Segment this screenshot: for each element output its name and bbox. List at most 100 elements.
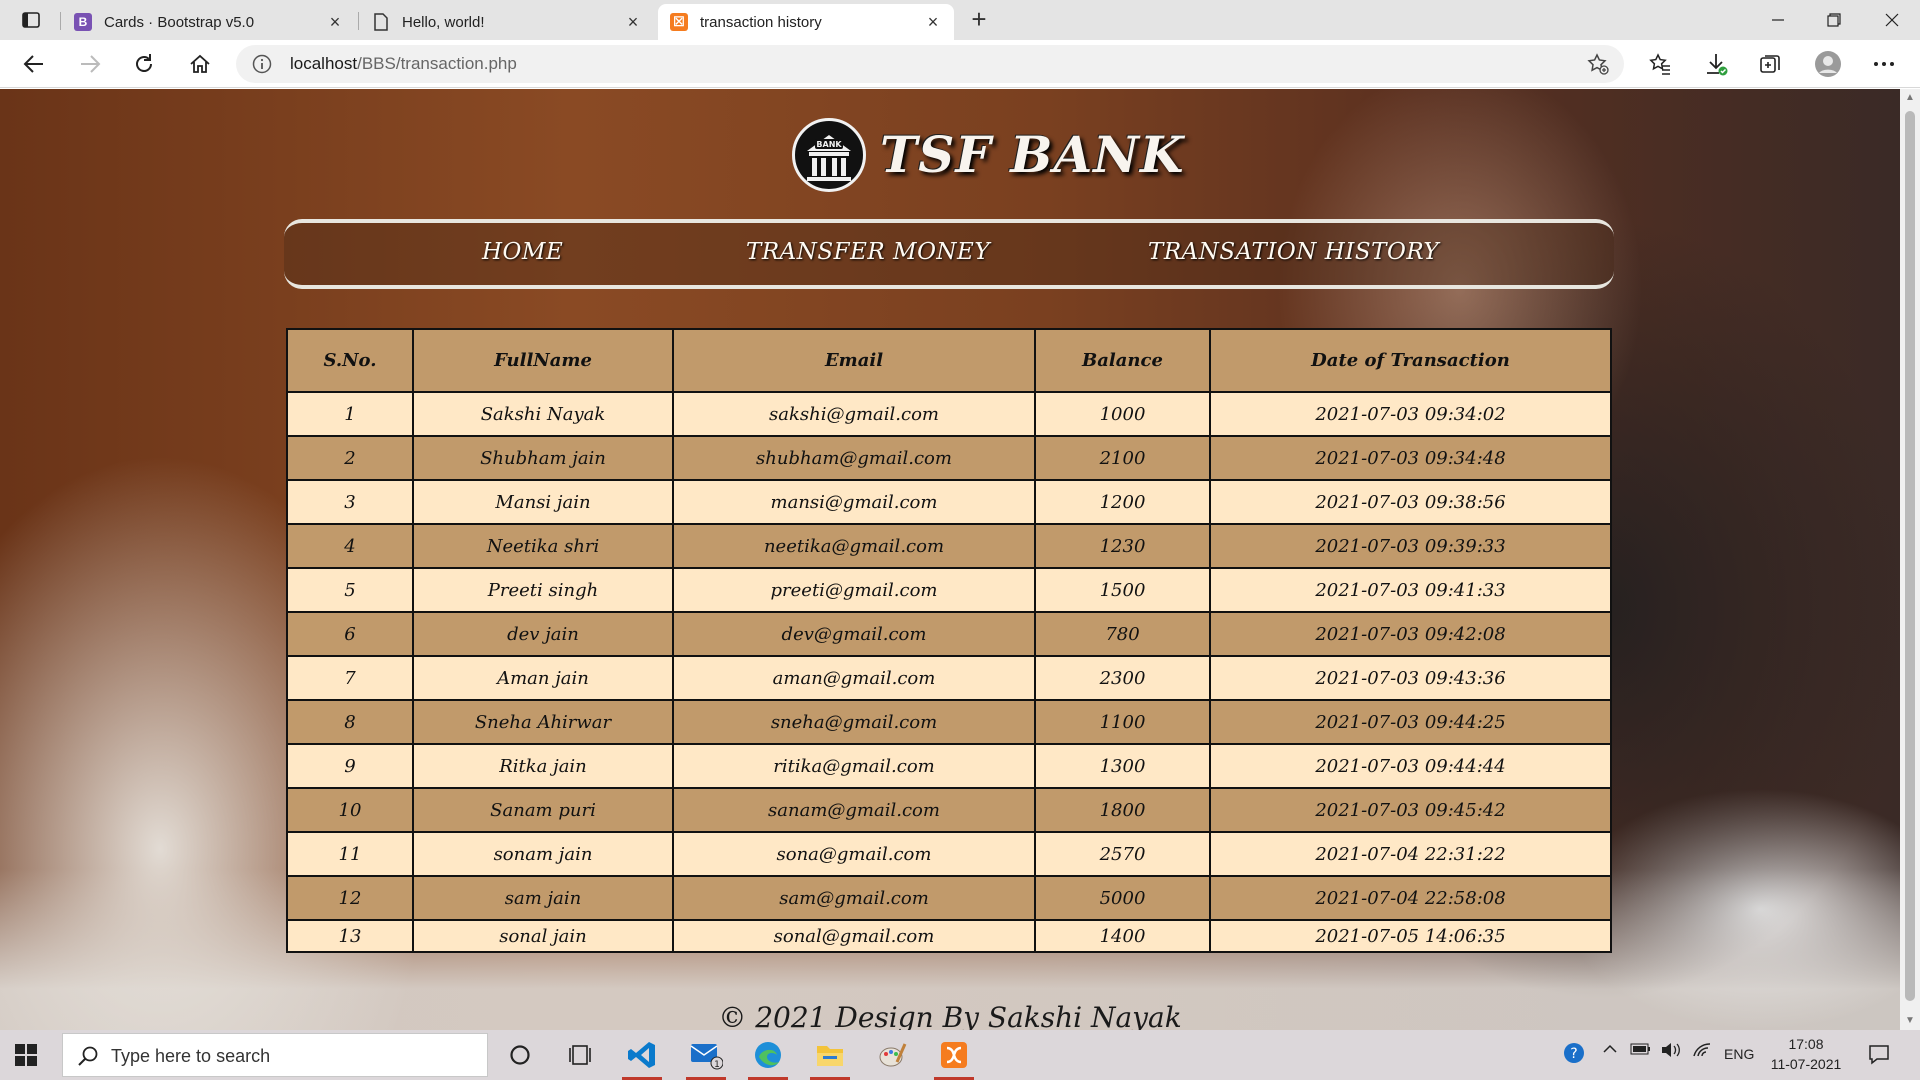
favorites-icon[interactable] [1644,48,1676,80]
restore-button[interactable] [1806,0,1862,40]
back-button[interactable] [18,48,50,80]
xampp-icon[interactable] [930,1035,978,1080]
page-viewport: BANK TSF BANK HOME TRANSFER MONEY TRANSA… [0,89,1900,1030]
volume-icon[interactable] [1660,1042,1682,1061]
page-scrollbar[interactable]: ▲ ▼ [1900,89,1920,1030]
forward-button[interactable] [74,48,106,80]
cell-date: 2021-07-03 09:39:33 [1209,523,1612,569]
cell-sno: 12 [286,875,414,921]
task-view-icon[interactable] [556,1035,604,1075]
taskbar-search-input[interactable]: Type here to search [62,1033,488,1077]
edge-browser-icon[interactable] [744,1035,792,1080]
chevron-up-icon[interactable] [1602,1042,1618,1059]
search-icon [77,1045,99,1067]
url-input[interactable]: localhost/BBS/transaction.php [236,45,1624,83]
tab-hello-world[interactable]: Hello, world! × [360,4,654,40]
table-row: 4 Neetika shri neetika@gmail.com 1230 2021-0… [286,523,1612,569]
cell-balance: 1500 [1034,567,1211,613]
cell-date: 2021-07-03 09:41:33 [1209,567,1612,613]
tab-transaction-history[interactable]: ☒ transaction history × [658,4,954,40]
cell-email: preeti@gmail.com [672,567,1036,613]
cell-sno: 11 [286,831,414,877]
cell-sno: 9 [286,743,414,789]
cell-date: 2021-07-04 22:58:08 [1209,875,1612,921]
nav-home[interactable]: HOME [482,239,563,265]
cell-date: 2021-07-03 09:43:36 [1209,655,1612,701]
settings-more-icon[interactable] [1868,48,1900,80]
help-tray-icon[interactable]: ? [1562,1041,1588,1070]
cell-email: dev@gmail.com [672,611,1036,657]
scroll-thumb[interactable] [1905,111,1915,1001]
nav-transfer-money[interactable]: TRANSFER MONEY [746,239,990,265]
column-header-date: Date of Transaction [1209,328,1612,393]
mail-icon[interactable]: 1 [682,1035,730,1080]
file-explorer-icon[interactable] [806,1035,854,1080]
cell-balance: 1300 [1034,743,1211,789]
bootstrap-favicon-icon: B [74,13,92,31]
cell-email: aman@gmail.com [672,655,1036,701]
main-nav: HOME TRANSFER MONEY TRANSATION HISTORY [284,219,1614,289]
tab-title: transaction history [700,13,822,31]
column-header-balance: Balance [1034,328,1211,393]
clock-time: 17:08 [1788,1036,1824,1052]
paint-app-icon[interactable] [868,1035,916,1075]
table-row: 2 Shubham jain shubham@gmail.com 2100 2021-0… [286,435,1612,481]
table-row: 9 Ritka jain ritika@gmail.com 1300 2021-07-0… [286,743,1612,789]
cell-sno: 3 [286,479,414,525]
windows-start-icon[interactable] [14,1043,38,1067]
tab-actions-icon[interactable] [14,8,48,32]
column-header-sno: S.No. [286,328,414,393]
tab-cards-bootstrap[interactable]: B Cards · Bootstrap v5.0 × [62,4,356,40]
cell-balance: 1200 [1034,479,1211,525]
wifi-icon[interactable] [1692,1042,1712,1061]
column-header-fullname: FullName [412,328,674,393]
add-favorite-icon[interactable] [1586,52,1610,76]
nav-transaction-history[interactable]: TRANSATION HISTORY [1148,239,1439,265]
site-info-icon[interactable] [252,54,272,74]
cell-email: sakshi@gmail.com [672,391,1036,437]
new-tab-button[interactable]: + [964,6,994,34]
cell-balance: 5000 [1034,875,1211,921]
close-window-button[interactable] [1864,0,1920,40]
cell-fullname: Sakshi Nayak [412,391,674,437]
table-row: 7 Aman jain aman@gmail.com 2300 2021-07-03 0… [286,655,1612,701]
downloads-icon[interactable] [1700,48,1732,80]
cell-sno: 1 [286,391,414,437]
minimize-button[interactable] [1750,0,1806,40]
cell-balance: 2570 [1034,831,1211,877]
cell-fullname: Aman jain [412,655,674,701]
cell-sno: 2 [286,435,414,481]
cell-date: 2021-07-05 14:06:35 [1209,919,1612,953]
clock-date: 11-07-2021 [1770,1056,1842,1072]
scroll-down-icon[interactable]: ▼ [1905,1016,1915,1026]
battery-icon[interactable] [1630,1042,1652,1059]
scroll-up-icon[interactable]: ▲ [1905,93,1915,103]
search-placeholder: Type here to search [111,1046,271,1066]
tab-title: Hello, world! [402,13,485,31]
cell-balance: 1000 [1034,391,1211,437]
vscode-icon[interactable] [618,1035,666,1080]
cell-sno: 6 [286,611,414,657]
cell-fullname: sonam jain [412,831,674,877]
system-clock[interactable]: 17:08 11-07-2021 [1762,1034,1850,1074]
svg-text:?: ? [1570,1046,1577,1062]
profile-avatar[interactable] [1812,48,1844,80]
cell-email: sneha@gmail.com [672,699,1036,745]
cell-email: sona@gmail.com [672,831,1036,877]
cell-email: neetika@gmail.com [672,523,1036,569]
cell-date: 2021-07-03 09:45:42 [1209,787,1612,833]
page-favicon-icon [372,13,390,31]
close-tab-icon[interactable]: × [326,13,344,31]
close-tab-icon[interactable]: × [924,13,942,31]
refresh-button[interactable] [128,48,160,80]
cell-fullname: Shubham jain [412,435,674,481]
close-tab-icon[interactable]: × [624,13,642,31]
notifications-icon[interactable] [1868,1043,1890,1068]
home-button[interactable] [184,48,216,80]
collections-icon[interactable] [1754,48,1786,80]
language-indicator[interactable]: ENG [1724,1046,1754,1062]
cell-email: sanam@gmail.com [672,787,1036,833]
cortana-icon[interactable] [496,1035,544,1075]
cell-sno: 4 [286,523,414,569]
cell-date: 2021-07-03 09:34:02 [1209,391,1612,437]
